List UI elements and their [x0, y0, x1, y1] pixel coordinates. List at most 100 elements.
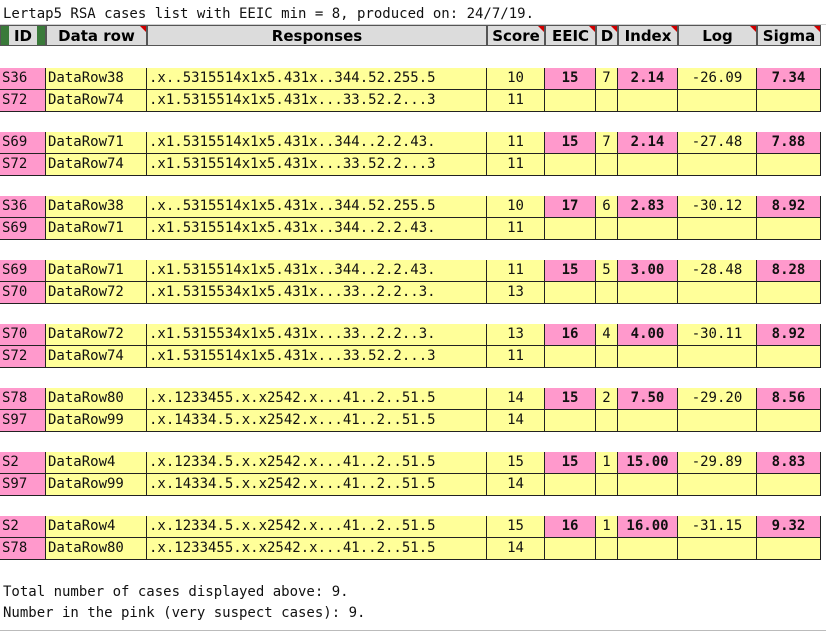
- cell-log[interactable]: [678, 154, 757, 176]
- cell-score[interactable]: 13: [487, 282, 545, 304]
- cell-responses[interactable]: .x.12334.5.x.x2542.x...41..2..51.5: [147, 452, 487, 474]
- cell-d[interactable]: [596, 538, 618, 560]
- cell-sigma[interactable]: [757, 154, 821, 176]
- cell-sigma[interactable]: 7.88: [757, 132, 821, 154]
- cell-sigma[interactable]: 9.32: [757, 516, 821, 538]
- cell-score[interactable]: 14: [487, 474, 545, 496]
- cell-eeic[interactable]: [545, 218, 596, 240]
- cell-d[interactable]: 6: [596, 196, 618, 218]
- cell-score[interactable]: 10: [487, 196, 545, 218]
- cell-index[interactable]: [618, 410, 678, 432]
- cell-id[interactable]: S97: [0, 410, 46, 432]
- cell-index[interactable]: [618, 474, 678, 496]
- cell-id[interactable]: S2: [0, 452, 46, 474]
- cell-log[interactable]: [678, 282, 757, 304]
- cell-index[interactable]: 3.00: [618, 260, 678, 282]
- cell-index[interactable]: [618, 90, 678, 112]
- cell-eeic[interactable]: 15: [545, 452, 596, 474]
- cell-d[interactable]: [596, 410, 618, 432]
- cell-eeic[interactable]: [545, 282, 596, 304]
- header-sigma[interactable]: Sigma: [757, 25, 821, 46]
- cell-d[interactable]: 5: [596, 260, 618, 282]
- cell-data-row[interactable]: DataRow74: [46, 346, 147, 368]
- cell-score[interactable]: 10: [487, 68, 545, 90]
- cell-id[interactable]: S72: [0, 346, 46, 368]
- cell-data-row[interactable]: DataRow74: [46, 90, 147, 112]
- cell-responses[interactable]: .x.14334.5.x.x2542.x...41..2..51.5: [147, 410, 487, 432]
- cell-score[interactable]: 11: [487, 90, 545, 112]
- cell-eeic[interactable]: [545, 346, 596, 368]
- cell-id[interactable]: S78: [0, 538, 46, 560]
- cell-score[interactable]: 14: [487, 388, 545, 410]
- cell-log[interactable]: [678, 538, 757, 560]
- cell-d[interactable]: [596, 282, 618, 304]
- cell-index[interactable]: 7.50: [618, 388, 678, 410]
- cell-index[interactable]: [618, 218, 678, 240]
- cell-eeic[interactable]: 15: [545, 388, 596, 410]
- cell-log[interactable]: [678, 218, 757, 240]
- header-eeic[interactable]: EEIC: [545, 25, 596, 46]
- cell-eeic[interactable]: [545, 90, 596, 112]
- cell-sigma[interactable]: [757, 346, 821, 368]
- cell-d[interactable]: 1: [596, 452, 618, 474]
- cell-sigma[interactable]: [757, 282, 821, 304]
- cell-index[interactable]: 16.00: [618, 516, 678, 538]
- cell-sigma[interactable]: [757, 218, 821, 240]
- cell-score[interactable]: 11: [487, 218, 545, 240]
- cell-responses[interactable]: .x1.5315534x1x5.431x...33..2.2..3.: [147, 324, 487, 346]
- cell-log[interactable]: -30.11: [678, 324, 757, 346]
- cell-log[interactable]: [678, 346, 757, 368]
- cell-log[interactable]: -26.09: [678, 68, 757, 90]
- cell-log[interactable]: -29.89: [678, 452, 757, 474]
- cell-data-row[interactable]: DataRow71: [46, 132, 147, 154]
- cell-data-row[interactable]: DataRow72: [46, 282, 147, 304]
- cell-index[interactable]: 15.00: [618, 452, 678, 474]
- cell-data-row[interactable]: DataRow80: [46, 538, 147, 560]
- cell-eeic[interactable]: [545, 474, 596, 496]
- cell-id[interactable]: S70: [0, 324, 46, 346]
- cell-eeic[interactable]: 15: [545, 132, 596, 154]
- cell-sigma[interactable]: [757, 90, 821, 112]
- cell-score[interactable]: 11: [487, 132, 545, 154]
- cell-eeic[interactable]: [545, 538, 596, 560]
- cell-eeic[interactable]: 16: [545, 324, 596, 346]
- cell-data-row[interactable]: DataRow38: [46, 68, 147, 90]
- cell-d[interactable]: 4: [596, 324, 618, 346]
- cell-eeic[interactable]: [545, 410, 596, 432]
- header-d[interactable]: D: [596, 25, 618, 46]
- cell-responses[interactable]: .x..5315514x1x5.431x..344.52.255.5: [147, 68, 487, 90]
- cell-index[interactable]: [618, 538, 678, 560]
- cell-sigma[interactable]: 8.28: [757, 260, 821, 282]
- header-id[interactable]: ID: [0, 25, 46, 46]
- cell-d[interactable]: 7: [596, 68, 618, 90]
- header-log[interactable]: Log: [678, 25, 757, 46]
- cell-index[interactable]: [618, 154, 678, 176]
- cell-id[interactable]: S78: [0, 388, 46, 410]
- cell-data-row[interactable]: DataRow80: [46, 388, 147, 410]
- cell-responses[interactable]: .x..5315514x1x5.431x..344.52.255.5: [147, 196, 487, 218]
- cell-responses[interactable]: .x.1233455.x.x2542.x...41..2..51.5: [147, 538, 487, 560]
- cell-sigma[interactable]: 8.56: [757, 388, 821, 410]
- cell-data-row[interactable]: DataRow38: [46, 196, 147, 218]
- cell-data-row[interactable]: DataRow99: [46, 410, 147, 432]
- cell-eeic[interactable]: 17: [545, 196, 596, 218]
- cell-eeic[interactable]: [545, 154, 596, 176]
- header-index[interactable]: Index: [618, 25, 678, 46]
- cell-responses[interactable]: .x1.5315514x1x5.431x..344..2.2.43.: [147, 218, 487, 240]
- cell-id[interactable]: S70: [0, 282, 46, 304]
- cell-score[interactable]: 15: [487, 516, 545, 538]
- cell-sigma[interactable]: [757, 410, 821, 432]
- cell-data-row[interactable]: DataRow71: [46, 218, 147, 240]
- cell-eeic[interactable]: 15: [545, 68, 596, 90]
- cell-d[interactable]: 1: [596, 516, 618, 538]
- cell-id[interactable]: S36: [0, 196, 46, 218]
- cell-log[interactable]: -30.12: [678, 196, 757, 218]
- cell-id[interactable]: S69: [0, 218, 46, 240]
- cell-sigma[interactable]: [757, 474, 821, 496]
- cell-responses[interactable]: .x1.5315514x1x5.431x..344..2.2.43.: [147, 260, 487, 282]
- cell-d[interactable]: [596, 346, 618, 368]
- cell-responses[interactable]: .x.12334.5.x.x2542.x...41..2..51.5: [147, 516, 487, 538]
- cell-sigma[interactable]: 8.83: [757, 452, 821, 474]
- header-score[interactable]: Score: [487, 25, 545, 46]
- cell-data-row[interactable]: DataRow72: [46, 324, 147, 346]
